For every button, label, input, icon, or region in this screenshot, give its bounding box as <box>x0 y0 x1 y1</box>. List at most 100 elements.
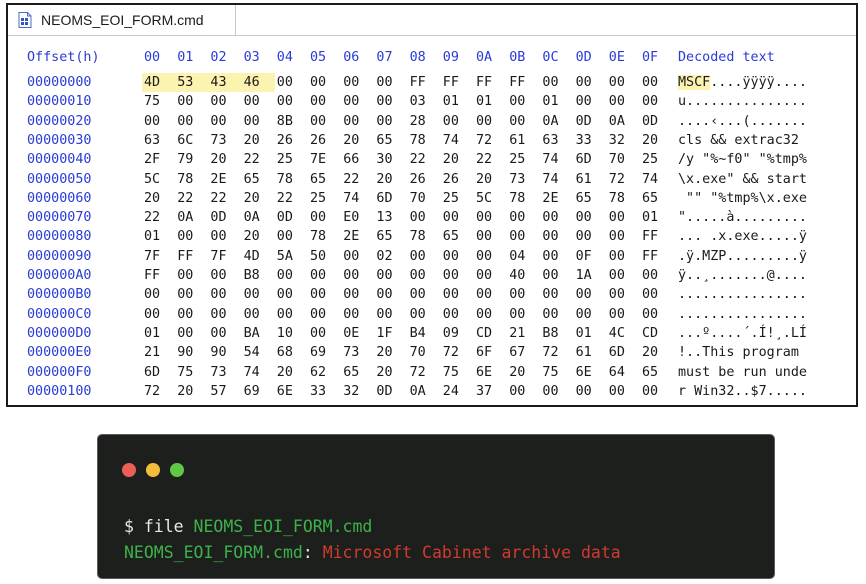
hex-byte[interactable]: 65 <box>441 227 465 246</box>
hex-byte[interactable]: 00 <box>275 73 299 92</box>
hex-byte[interactable]: 00 <box>408 208 432 227</box>
hex-byte[interactable]: 00 <box>142 305 166 324</box>
hex-byte[interactable]: 65 <box>341 363 365 382</box>
hex-byte[interactable]: 63 <box>142 131 166 150</box>
hex-byte[interactable]: 65 <box>574 189 598 208</box>
decoded-text[interactable]: ...º....´.Í!¸.LÍ <box>678 324 807 343</box>
hex-byte[interactable]: 73 <box>507 170 531 189</box>
hex-byte[interactable]: 20 <box>242 227 266 246</box>
decoded-text[interactable]: \x.exe" && start <box>678 170 807 189</box>
hex-byte[interactable]: 09 <box>441 324 465 343</box>
hex-byte[interactable]: 00 <box>540 247 564 266</box>
hex-byte[interactable]: 20 <box>242 189 266 208</box>
hex-byte[interactable]: 00 <box>574 73 598 92</box>
hex-byte[interactable]: 74 <box>540 170 564 189</box>
hex-byte[interactable]: 20 <box>374 343 398 362</box>
hex-byte[interactable]: 50 <box>308 247 332 266</box>
hex-byte[interactable]: 78 <box>308 227 332 246</box>
hex-byte[interactable]: 0A <box>408 382 432 401</box>
hex-byte[interactable]: 22 <box>142 208 166 227</box>
hex-byte[interactable]: 20 <box>441 150 465 169</box>
hex-byte[interactable]: 73 <box>208 131 232 150</box>
hex-byte[interactable]: 22 <box>208 189 232 208</box>
hex-byte[interactable]: 20 <box>242 131 266 150</box>
hex-byte[interactable]: 00 <box>341 112 365 131</box>
hex-byte[interactable]: 7F <box>208 247 232 266</box>
hex-byte[interactable]: 6D <box>374 189 398 208</box>
hex-byte[interactable]: 00 <box>640 285 664 304</box>
hex-byte[interactable]: CD <box>640 324 664 343</box>
hex-byte[interactable]: 00 <box>507 382 531 401</box>
hex-byte[interactable]: 01 <box>640 208 664 227</box>
decoded-text[interactable]: ÿ..¸.......@.... <box>678 266 807 285</box>
hex-byte[interactable]: 00 <box>507 285 531 304</box>
hex-byte[interactable]: 25 <box>308 189 332 208</box>
hex-byte[interactable]: B8 <box>540 324 564 343</box>
close-light-icon[interactable] <box>122 463 136 477</box>
hex-byte[interactable]: 00 <box>607 92 631 111</box>
hex-byte[interactable]: 61 <box>574 343 598 362</box>
hex-byte[interactable]: 22 <box>175 189 199 208</box>
hex-byte[interactable]: FF <box>408 73 432 92</box>
hex-byte[interactable]: B8 <box>242 266 266 285</box>
hex-byte[interactable]: 4D <box>142 73 176 92</box>
hex-byte[interactable]: 00 <box>408 266 432 285</box>
hex-byte[interactable]: FF <box>175 247 199 266</box>
hex-byte[interactable]: 32 <box>607 131 631 150</box>
hex-byte[interactable]: 00 <box>208 227 232 246</box>
hex-byte[interactable]: 00 <box>540 208 564 227</box>
decoded-text[interactable]: /y "%~f0" "%tmp% <box>678 150 807 169</box>
hex-byte[interactable]: 00 <box>341 266 365 285</box>
hex-byte[interactable]: FF <box>507 73 531 92</box>
hex-byte[interactable]: 0E <box>341 324 365 343</box>
hex-byte[interactable]: 33 <box>574 131 598 150</box>
hex-byte[interactable]: 69 <box>308 343 332 362</box>
hex-byte[interactable]: 78 <box>175 170 199 189</box>
hex-byte[interactable]: 20 <box>374 363 398 382</box>
hex-byte[interactable]: 13 <box>374 208 398 227</box>
hex-byte[interactable]: 28 <box>408 112 432 131</box>
hex-byte[interactable]: FF <box>474 73 498 92</box>
hex-byte[interactable]: 2E <box>540 189 564 208</box>
decoded-text[interactable]: ....‹...(....... <box>678 112 807 131</box>
decoded-text[interactable]: ".....à......... <box>678 208 807 227</box>
hex-byte[interactable]: 65 <box>374 227 398 246</box>
hex-byte[interactable]: 0A <box>242 208 266 227</box>
hex-byte[interactable]: 01 <box>474 92 498 111</box>
hex-byte[interactable]: 00 <box>142 112 166 131</box>
hex-byte[interactable]: 00 <box>275 305 299 324</box>
hex-byte[interactable]: 61 <box>574 170 598 189</box>
hex-byte[interactable]: 2F <box>142 150 166 169</box>
hex-byte[interactable]: 22 <box>242 150 266 169</box>
hex-byte[interactable]: 00 <box>208 112 232 131</box>
hex-byte[interactable]: 00 <box>208 266 232 285</box>
hex-byte[interactable]: 37 <box>474 382 498 401</box>
decoded-text[interactable]: !..This program <box>678 343 807 362</box>
hex-byte[interactable]: 00 <box>242 112 266 131</box>
hex-byte[interactable]: 00 <box>640 305 664 324</box>
hex-byte[interactable]: 00 <box>607 227 631 246</box>
hex-byte[interactable]: 72 <box>540 343 564 362</box>
hex-byte[interactable]: 00 <box>640 92 664 111</box>
hex-byte[interactable]: 00 <box>374 285 398 304</box>
hex-byte[interactable]: E0 <box>341 208 365 227</box>
hex-byte[interactable]: 00 <box>374 305 398 324</box>
hex-byte[interactable]: 00 <box>308 324 332 343</box>
hex-byte[interactable]: 00 <box>242 305 266 324</box>
hex-byte[interactable]: 74 <box>242 363 266 382</box>
hex-byte[interactable]: 00 <box>175 266 199 285</box>
hex-byte[interactable]: 0A <box>540 112 564 131</box>
hex-byte[interactable]: FF <box>441 73 465 92</box>
hex-byte[interactable]: 00 <box>540 73 564 92</box>
decoded-text[interactable]: ................ <box>678 305 807 324</box>
hex-byte[interactable]: 6E <box>474 363 498 382</box>
hex-byte[interactable]: 01 <box>142 324 166 343</box>
hex-byte[interactable]: 2E <box>341 227 365 246</box>
hex-byte[interactable]: 00 <box>607 305 631 324</box>
hex-byte[interactable]: 00 <box>441 112 465 131</box>
hex-byte[interactable]: 00 <box>540 382 564 401</box>
hex-byte[interactable]: 8B <box>275 112 299 131</box>
hex-byte[interactable]: 78 <box>408 131 432 150</box>
hex-byte[interactable]: 00 <box>607 382 631 401</box>
hex-byte[interactable]: 0D <box>275 208 299 227</box>
